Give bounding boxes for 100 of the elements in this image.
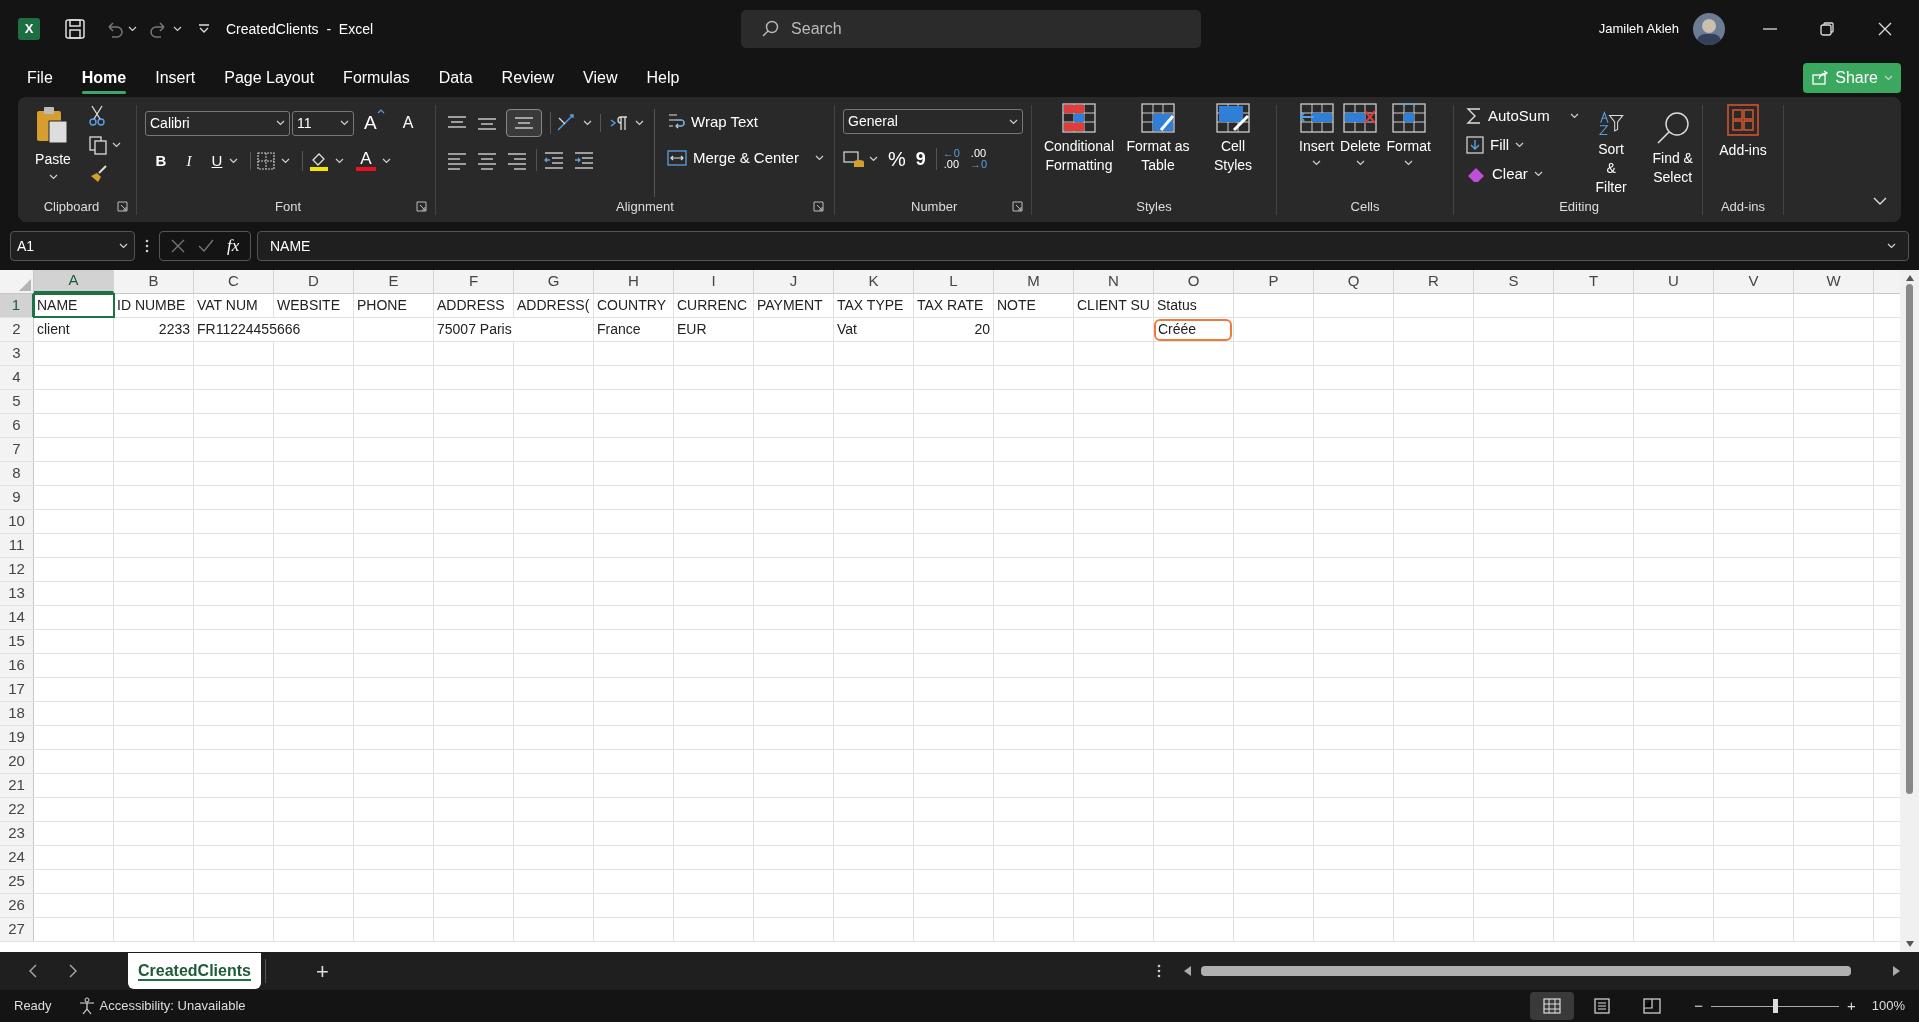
column-header[interactable]: J [754,270,834,293]
menu-tab[interactable]: Data [435,58,476,97]
column-header[interactable]: P [1234,270,1314,293]
row-header[interactable]: 21 [0,774,34,797]
row-header[interactable]: 27 [0,918,34,941]
find-select-button[interactable]: Find & Select [1643,105,1702,197]
column-header[interactable]: N [1074,270,1154,293]
sheet-tab[interactable]: CreatedClients [128,953,261,989]
menu-tab[interactable]: Review [498,58,558,97]
format-as-table-button[interactable]: Format as Table [1118,97,1199,197]
insert-function-button[interactable]: fx [227,233,240,259]
search-field[interactable]: Search [741,10,1202,48]
sort-filter-button[interactable]: Sort & Filter [1592,105,1630,197]
column-header[interactable]: L [914,270,994,293]
zoom-slider[interactable] [1711,999,1839,1013]
column-header[interactable]: B [114,270,194,293]
shrink-font-button[interactable]: A [396,111,420,136]
row-header[interactable]: 5 [0,390,34,413]
comma-button[interactable]: 9 [915,145,926,173]
column-header[interactable]: R [1394,270,1474,293]
add-ins-button[interactable]: Add-ins [1719,97,1767,197]
row-header[interactable]: 12 [0,558,34,581]
column-header[interactable]: D [274,270,354,293]
decrease-decimal-button[interactable]: .00 →0 [969,148,988,170]
column-header[interactable]: F [434,270,514,293]
row-header[interactable]: 6 [0,414,34,437]
menu-tab[interactable]: Insert [152,58,199,97]
column-header[interactable]: T [1554,270,1634,293]
merge-center-button[interactable]: Merge & Center [667,145,824,171]
zoom-level[interactable]: 100% [1871,996,1905,1016]
column-header[interactable]: H [594,270,674,293]
name-box[interactable]: A1 [10,231,135,261]
column-header[interactable]: S [1474,270,1554,293]
row-header[interactable]: 9 [0,486,34,509]
row-header[interactable]: 8 [0,462,34,485]
column-header[interactable]: C [194,270,274,293]
column-header[interactable]: V [1714,270,1794,293]
increase-decimal-button[interactable]: ←0 .00 [935,148,960,170]
avatar[interactable] [1693,13,1725,45]
format-button[interactable]: Format [1386,97,1431,197]
row-header[interactable]: 3 [0,342,34,365]
column-header[interactable]: U [1634,270,1714,293]
column-header[interactable]: G [514,270,594,293]
cell-styles-button[interactable]: Cell Styles [1202,97,1265,197]
insert-button[interactable]: Insert [1299,97,1335,197]
scrollbar-thumb[interactable] [1906,284,1913,794]
row-header[interactable]: 13 [0,582,34,605]
column-header[interactable]: E [354,270,434,293]
fill-button[interactable]: Fill [1466,134,1579,156]
row-header[interactable]: 25 [0,870,34,893]
column-header[interactable]: K [834,270,914,293]
view-button[interactable] [1530,992,1575,1020]
row-header[interactable]: 1 [0,294,34,317]
column-header[interactable]: W [1794,270,1874,293]
row-header[interactable]: 10 [0,510,34,533]
accessibility-status[interactable]: Accessibility: Unavailable [99,996,246,1016]
menu-tab[interactable]: Help [643,58,683,97]
conditional-formatting-button[interactable]: Conditional Formatting [1043,97,1115,197]
grow-font-button[interactable]: A [364,109,390,138]
menu-tab[interactable]: View [580,58,621,97]
clear-button[interactable]: Clear [1466,163,1579,185]
menu-tab[interactable]: Home [78,58,130,97]
number-format-dropdown[interactable]: General [843,109,1023,134]
percent-button[interactable]: % [888,144,906,174]
row-header[interactable]: 24 [0,846,34,869]
zoom-out-button[interactable]: − [1694,994,1703,1018]
row-header[interactable]: 4 [0,366,34,389]
row-header[interactable]: 2 [0,318,34,341]
row-header[interactable]: 15 [0,630,34,653]
paste-button[interactable]: Paste [28,105,78,197]
row-header[interactable]: 7 [0,438,34,461]
horizontal-scrollbar[interactable] [1201,966,1851,976]
row-header[interactable]: 22 [0,798,34,821]
row-header[interactable]: 23 [0,822,34,845]
column-header[interactable]: I [674,270,754,293]
menu-tab[interactable]: File [24,58,56,97]
delete-button[interactable]: Delete [1340,97,1381,197]
row-header[interactable]: 26 [0,894,34,917]
column-header[interactable]: M [994,270,1074,293]
row-header[interactable]: 20 [0,750,34,773]
font-size-dropdown[interactable]: 11 [292,110,354,136]
row-header[interactable]: 16 [0,654,34,677]
formula-input[interactable]: NAME [257,231,1909,261]
italic-button[interactable]: I [181,149,197,172]
column-header[interactable]: O [1154,270,1234,293]
column-header[interactable]: Q [1314,270,1394,293]
autosum-button[interactable]: AutoSum [1466,105,1579,127]
row-header[interactable]: 11 [0,534,34,557]
row-header[interactable]: 18 [0,702,34,725]
row-header[interactable]: 14 [0,606,34,629]
menu-tab[interactable]: Page Layout [221,58,318,97]
underline-button[interactable]: U [209,149,225,172]
font-family-dropdown[interactable]: Calibri [145,110,290,136]
row-header[interactable]: 19 [0,726,34,749]
slider-thumb[interactable] [1773,999,1778,1013]
menu-tab[interactable]: Formulas [340,58,413,97]
zoom-in-button[interactable]: + [1847,994,1856,1018]
bold-button[interactable]: B [153,149,169,172]
font-color-button[interactable]: A [356,150,376,171]
wrap-text-button[interactable]: Wrap Text [667,109,824,135]
